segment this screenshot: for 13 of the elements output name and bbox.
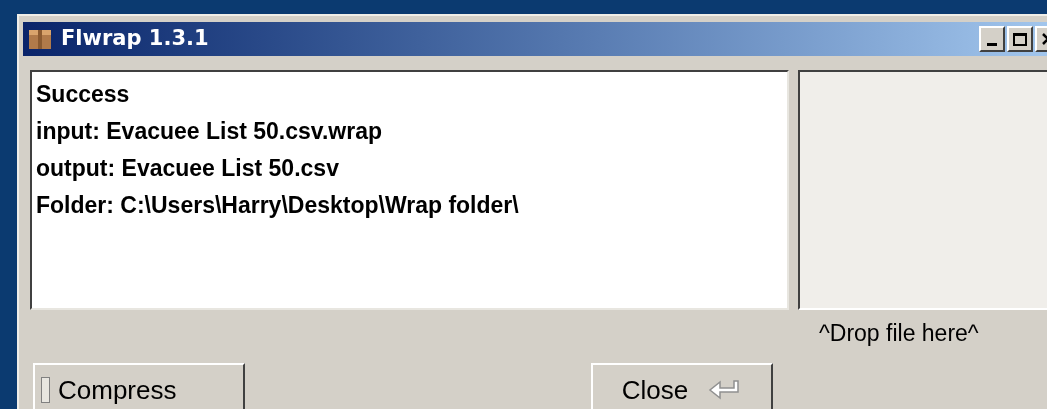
log-line: output: Evacuee List 50.csv <box>36 154 340 183</box>
log-line: Success <box>36 80 131 109</box>
minimize-button[interactable] <box>979 26 1005 52</box>
window-title: Flwrap 1.3.1 <box>61 25 209 53</box>
minimize-icon <box>987 43 997 46</box>
checkbox-indicator <box>41 377 50 403</box>
drop-zone-label: ^Drop file here^ <box>819 319 980 348</box>
maximize-icon <box>1013 32 1027 46</box>
log-line: Folder: C:\Users\Harry\Desktop\Wrap folder\ <box>36 191 520 220</box>
maximize-button[interactable] <box>1007 26 1033 52</box>
close-button[interactable]: Close <box>591 362 773 409</box>
log-line: input: Evacuee List 50.csv.wrap <box>36 117 383 146</box>
compress-button[interactable]: Compress <box>33 362 245 409</box>
